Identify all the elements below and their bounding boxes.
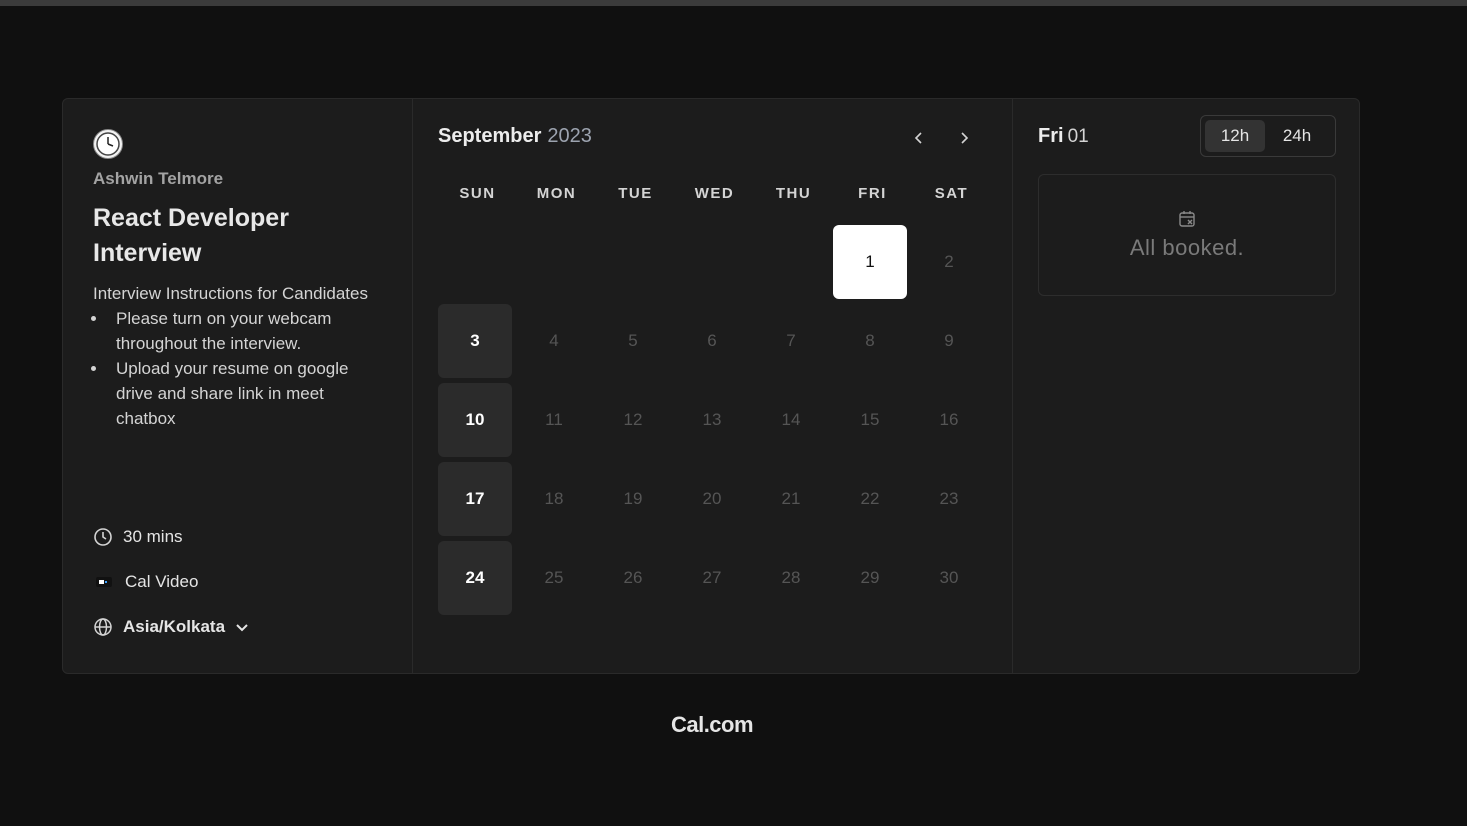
- day-cell-unavailable: 9: [944, 331, 954, 350]
- format-12h-option[interactable]: 12h: [1205, 120, 1265, 152]
- weekday-label: WED: [694, 185, 735, 202]
- host-name: Ashwin Telmore: [93, 169, 224, 188]
- time-slots-panel: Fri 01 12h 24h All booked.: [1013, 99, 1359, 673]
- video-icon: [96, 577, 112, 587]
- day-cell-unavailable: 21: [781, 489, 801, 508]
- location-label: Cal Video: [125, 572, 199, 591]
- day-cell-unavailable: 18: [544, 489, 564, 508]
- event-description: Interview Instructions for Candidates Pl…: [93, 281, 373, 431]
- globe-icon: [94, 618, 112, 636]
- clock-icon: [94, 528, 112, 546]
- day-cell-unavailable: 12: [623, 410, 643, 429]
- day-cell-selected[interactable]: 1: [833, 225, 907, 299]
- clock-avatar-icon: [96, 132, 120, 156]
- day-cell-unavailable: 19: [623, 489, 643, 508]
- cal-com-logo: Cal.com: [670, 712, 754, 737]
- duration-label: 30 mins: [123, 527, 183, 546]
- top-border: [0, 0, 1467, 6]
- event-title: React Developer Interview: [93, 204, 289, 267]
- chevron-down-icon: [236, 624, 248, 632]
- day-cell-available[interactable]: 10: [438, 383, 512, 457]
- month-label: September: [438, 125, 542, 147]
- no-slots-box: All booked.: [1038, 174, 1336, 296]
- weekday-label: TUE: [618, 185, 653, 202]
- day-cell-unavailable: 4: [549, 331, 559, 350]
- day-cell-unavailable: 25: [544, 568, 564, 587]
- day-cell-unavailable: 23: [939, 489, 959, 508]
- calendar-panel: September 2023 SUN MON TUE WED THU FRI SA…: [413, 99, 1013, 673]
- selected-date-heading: Fri 01: [1038, 125, 1089, 148]
- selected-day-number: 01: [1067, 126, 1089, 147]
- day-cell-available[interactable]: 17: [438, 462, 512, 536]
- day-cell-unavailable: 11: [545, 410, 563, 429]
- timezone-label: Asia/Kolkata: [123, 617, 226, 636]
- day-cell-available[interactable]: 24: [438, 541, 512, 615]
- instruction-item: Please turn on your webcam throughout th…: [108, 306, 373, 356]
- day-cell-unavailable: 27: [702, 568, 722, 587]
- weekday-label: MON: [536, 185, 577, 202]
- format-24h-option[interactable]: 24h: [1267, 120, 1327, 152]
- day-cell-unavailable: 13: [702, 410, 722, 429]
- all-booked-message: All booked.: [1129, 235, 1245, 260]
- event-info-panel: Ashwin Telmore React Developer Interview…: [63, 99, 413, 673]
- booking-card: Ashwin Telmore React Developer Interview…: [62, 98, 1360, 674]
- day-cell-unavailable: 7: [786, 331, 796, 350]
- day-cell-unavailable: 16: [939, 410, 959, 429]
- timezone-selector[interactable]: Asia/Kolkata: [93, 617, 251, 637]
- day-cell-available[interactable]: 3: [438, 304, 512, 378]
- day-cell-unavailable: 28: [781, 568, 801, 587]
- selected-weekday: Fri: [1038, 125, 1064, 147]
- day-cell-unavailable: 8: [865, 331, 875, 350]
- day-cell-unavailable: 20: [702, 489, 722, 508]
- day-cell-unavailable: 22: [860, 489, 880, 508]
- day-cell-unavailable: 6: [707, 331, 717, 350]
- month-year-title: September 2023: [438, 125, 592, 148]
- calendar-x-icon: [1179, 211, 1195, 227]
- day-cell-unavailable: 29: [860, 568, 880, 587]
- chevron-right-icon: [961, 132, 969, 144]
- weekday-label: SAT: [934, 185, 969, 202]
- location-row: Cal Video: [93, 572, 198, 592]
- next-month-button[interactable]: [951, 125, 977, 151]
- instruction-item: Upload your resume on google drive and s…: [108, 356, 373, 431]
- weekday-label: FRI: [858, 185, 887, 202]
- day-cell-unavailable: 15: [860, 410, 880, 429]
- chevron-left-icon: [914, 132, 922, 144]
- host-avatar: [93, 129, 123, 159]
- time-format-toggle: 12h 24h: [1200, 115, 1336, 157]
- previous-month-button[interactable]: [906, 125, 932, 151]
- year-label: 2023: [547, 125, 592, 147]
- duration-row: 30 mins: [93, 527, 183, 547]
- day-cell-unavailable: 14: [781, 410, 801, 429]
- weekday-label: SUN: [459, 185, 496, 202]
- weekday-header: SUN MON TUE WED THU FRI SAT: [438, 185, 991, 202]
- instructions-list: Please turn on your webcam throughout th…: [93, 306, 373, 431]
- day-cell-unavailable: 26: [623, 568, 643, 587]
- calendar-grid: 1 2 3 4 5 6 7 8 9 10 11 12 13 14 15 16 17 18 19 20 21 22 23 24 2…: [438, 225, 991, 620]
- day-cell-unavailable: 2: [944, 252, 954, 271]
- weekday-label: THU: [775, 185, 812, 202]
- day-cell-unavailable: 30: [939, 568, 959, 587]
- description-intro: Interview Instructions for Candidates: [93, 284, 368, 303]
- day-cell-unavailable: 5: [628, 331, 638, 350]
